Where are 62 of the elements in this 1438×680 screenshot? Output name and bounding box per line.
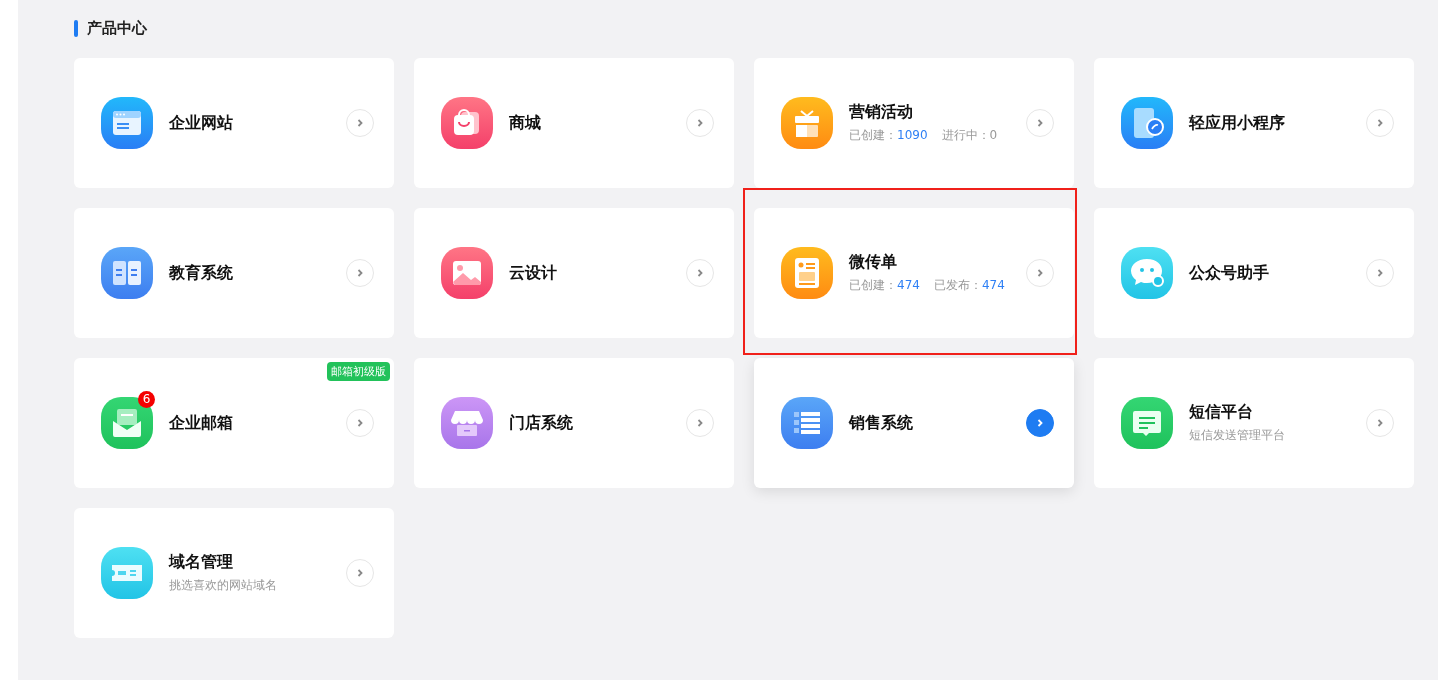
store-icon <box>441 397 493 449</box>
product-card[interactable]: 公众号助手 <box>1094 208 1414 338</box>
card-title: 门店系统 <box>509 412 574 434</box>
product-card[interactable]: 微传单 已创建：474 已发布：474 <box>754 208 1074 338</box>
count-badge: 6 <box>138 391 155 408</box>
stat-text: 已创建：1090 <box>849 127 928 144</box>
chevron-icon <box>355 418 365 428</box>
product-card[interactable]: 域名管理 挑选喜欢的网站域名 <box>74 508 394 638</box>
product-card[interactable]: 云设计 <box>414 208 734 338</box>
card-title: 云设计 <box>509 262 558 284</box>
card-title: 销售系统 <box>849 412 914 434</box>
message-icon <box>1121 397 1173 449</box>
chevron-icon <box>1035 268 1045 278</box>
chevron-icon <box>1375 418 1385 428</box>
stat-text: 进行中：0 <box>941 127 998 144</box>
card-title: 短信平台 <box>1189 402 1254 423</box>
chat-icon <box>1121 247 1173 299</box>
list-icon <box>781 397 833 449</box>
product-card[interactable]: 教育系统 <box>74 208 394 338</box>
card-title: 微传单 <box>849 252 898 273</box>
chevron-icon <box>695 118 705 128</box>
chevron-icon <box>695 418 705 428</box>
card-title: 企业邮箱 <box>169 412 234 434</box>
plan-tag: 邮箱初级版 <box>327 362 390 381</box>
chevron-icon <box>355 568 365 578</box>
card-description: 挑选喜欢的网站域名 <box>169 577 278 594</box>
card-title: 公众号助手 <box>1189 262 1270 284</box>
stat-text: 已发布：474 <box>933 277 1005 294</box>
product-card[interactable]: 轻应用小程序 <box>1094 58 1414 188</box>
product-card[interactable]: 企业网站 <box>74 58 394 188</box>
stat-text: 已创建：474 <box>849 277 920 294</box>
book-icon <box>101 247 153 299</box>
chevron-icon <box>355 118 365 128</box>
product-card[interactable]: 商城 <box>414 58 734 188</box>
phone-icon <box>1121 97 1173 149</box>
product-card[interactable]: 短信平台 短信发送管理平台 <box>1094 358 1414 488</box>
card-title: 域名管理 <box>169 552 234 573</box>
ticket-icon <box>101 547 153 599</box>
card-title: 营销活动 <box>849 102 914 123</box>
card-description: 短信发送管理平台 <box>1189 427 1286 444</box>
flyer-icon <box>781 247 833 299</box>
section-marker <box>74 19 78 37</box>
browser-icon <box>101 97 153 149</box>
chevron-icon <box>1375 118 1385 128</box>
gift-icon <box>781 97 833 149</box>
card-title: 企业网站 <box>169 112 234 134</box>
chevron-icon <box>1035 118 1045 128</box>
bag-icon <box>441 97 493 149</box>
chevron-icon <box>1035 418 1045 428</box>
card-title: 商城 <box>509 112 542 134</box>
product-card[interactable]: 6 企业邮箱 邮箱初级版 <box>74 358 394 488</box>
product-card[interactable]: 门店系统 <box>414 358 734 488</box>
card-title: 教育系统 <box>169 262 234 284</box>
card-title: 轻应用小程序 <box>1189 112 1286 134</box>
product-card[interactable]: 销售系统 <box>754 358 1074 488</box>
section-title: 产品中心 <box>87 18 147 38</box>
product-card[interactable]: 营销活动 已创建：1090 进行中：0 <box>754 58 1074 188</box>
chevron-icon <box>1375 268 1385 278</box>
chevron-icon <box>695 268 705 278</box>
image-icon <box>441 247 493 299</box>
chevron-icon <box>355 268 365 278</box>
arrow-button[interactable] <box>1026 409 1054 437</box>
